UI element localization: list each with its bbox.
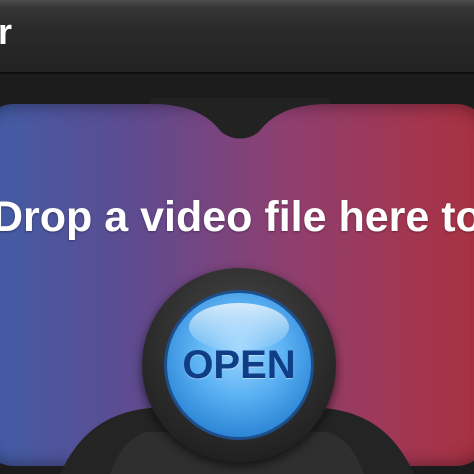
top-frame-notch	[150, 98, 330, 139]
title-bar-strip	[0, 0, 474, 10]
title-bar: r	[0, 0, 474, 74]
app-window: r Drop a video file here to convert OPEN	[0, 0, 474, 474]
open-button[interactable]: OPEN	[164, 290, 314, 440]
open-button-label: OPEN	[182, 343, 296, 387]
drop-instruction-text: Drop a video file here to convert	[0, 193, 474, 241]
window-title: r	[0, 11, 13, 52]
